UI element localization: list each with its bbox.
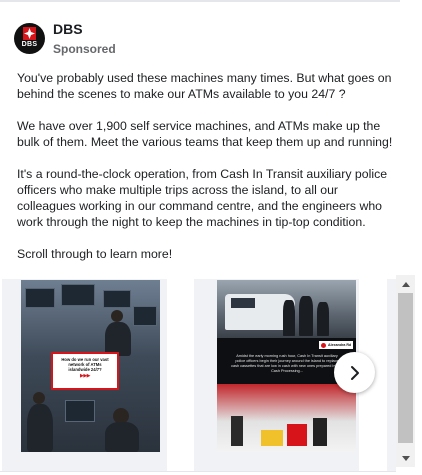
- post-paragraph-1: You've probably used these machines many…: [17, 71, 392, 101]
- van-window-shape: [231, 298, 255, 308]
- location-pin-icon: [321, 342, 326, 348]
- carousel-overlay-card: How do we run our vast network of ATMs i…: [51, 352, 119, 390]
- scrollbar-thumb[interactable]: [398, 293, 413, 443]
- officer-shape: [299, 296, 313, 336]
- card-caption: Amidst the early morning rush hour, Cash…: [231, 354, 343, 373]
- person-shape: [105, 322, 131, 356]
- monitor-shape: [65, 400, 95, 422]
- officer-shape: [283, 300, 295, 336]
- person-head-shape: [33, 392, 45, 404]
- monitor-shape: [61, 284, 95, 306]
- officer-shape: [317, 302, 329, 336]
- monitor-shape: [25, 288, 55, 308]
- bottom-divider: [0, 471, 396, 472]
- arrow-up-icon: [401, 281, 410, 287]
- person-shape: [313, 418, 327, 446]
- carousel-next-button[interactable]: [334, 352, 375, 393]
- arrow-down-icon: [401, 455, 410, 461]
- monitor-shape: [103, 290, 131, 308]
- post-paragraph-2: We have over 1,900 self service machines…: [17, 119, 393, 149]
- post-meta: DBS Sponsored: [53, 21, 116, 57]
- top-divider: [0, 0, 400, 2]
- carousel-card-1[interactable]: How do we run our vast network of ATMs i…: [2, 279, 167, 471]
- scrollbar-up-button[interactable]: [396, 276, 415, 292]
- post-body: You've probably used these machines many…: [17, 70, 397, 278]
- post-paragraph-4: Scroll through to learn more!: [17, 247, 173, 261]
- overlay-line-3: islandwide 24/7?: [68, 367, 102, 372]
- overlay-arrows: ▶▶▶: [79, 373, 91, 379]
- avatar[interactable]: DBS: [14, 23, 45, 54]
- avatar-logo-text: DBS: [21, 41, 38, 48]
- sponsored-post: DBS DBS Sponsored You've probably used t…: [0, 0, 422, 475]
- location-tag-text: Alexandra Rd: [328, 343, 352, 347]
- scrollbar-down-button[interactable]: [396, 450, 415, 466]
- page-name-link[interactable]: DBS: [53, 21, 116, 37]
- person-head-shape: [111, 310, 123, 322]
- carousel-card-3-peek[interactable]: [387, 279, 396, 471]
- monitor-shape: [133, 306, 157, 326]
- post-paragraph-3: It's a round-the-clock operation, from C…: [17, 167, 388, 229]
- sponsored-label[interactable]: Sponsored: [53, 41, 116, 57]
- chevron-right-icon: [350, 365, 359, 380]
- location-tag: Alexandra Rd: [319, 341, 354, 349]
- dbs-logo-icon: [23, 27, 36, 40]
- cash-box-shape: [287, 424, 307, 446]
- carousel-image-control-room[interactable]: How do we run our vast network of ATMs i…: [21, 280, 160, 452]
- person-shape: [231, 416, 243, 446]
- cash-box-shape: [261, 430, 283, 446]
- person-shape: [27, 404, 53, 452]
- person-shape: [105, 422, 139, 452]
- post-header: DBS DBS Sponsored: [14, 21, 116, 57]
